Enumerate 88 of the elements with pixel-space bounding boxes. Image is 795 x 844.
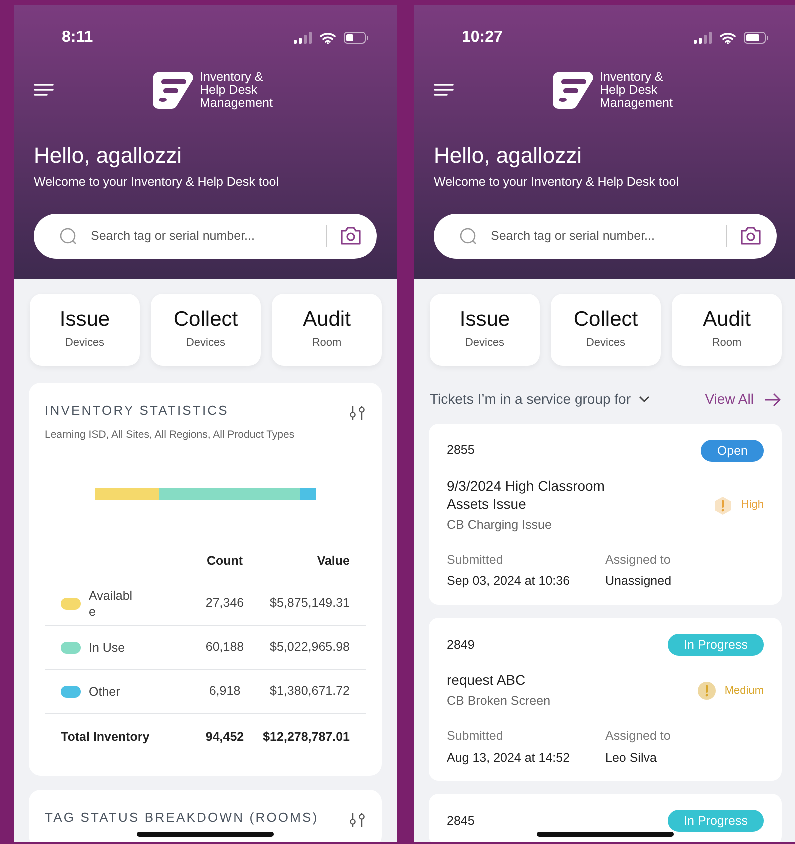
priority-label: Medium xyxy=(724,684,764,699)
ticket-card[interactable]: 2845 In Progress xyxy=(429,794,782,842)
search-field[interactable]: Search tag or serial number... xyxy=(434,214,777,259)
signal-icon xyxy=(294,32,312,44)
action-card[interactable]: Audit Room xyxy=(672,294,782,366)
column-header: Count xyxy=(206,552,244,570)
logo-icon xyxy=(152,70,194,110)
ticket-number: 2855 xyxy=(447,442,475,460)
action-card[interactable]: Collect Devices xyxy=(551,294,661,366)
sliders-icon xyxy=(349,404,366,421)
menu-icon xyxy=(34,82,54,97)
action-title: Issue xyxy=(460,308,510,332)
ticket-card[interactable]: 2855 Open 9/3/2024 High Classroom Assets Issue CB Charging Issue High Submitted Sep 03, 2024 at 10:36 Assigned to Unassigned xyxy=(429,424,782,605)
assignee-name: Unassigned xyxy=(606,573,673,590)
ticket-title: 9/3/2024 High Classroom Assets Issue xyxy=(447,476,606,513)
filter-summary: Learning ISD, All Sites, All Regions, All Product Types xyxy=(45,428,296,443)
logo-icon xyxy=(552,70,594,110)
submitted-date: Sep 03, 2024 at 10:36 xyxy=(447,573,572,590)
value-cell-text: $5,875,149.31 xyxy=(269,595,351,612)
total-value: $12,278,787.01 xyxy=(262,728,351,746)
ticket-category: CB Charging Issue xyxy=(447,516,553,534)
action-title: Collect xyxy=(574,308,638,332)
search-field[interactable]: Search tag or serial number... xyxy=(34,214,377,259)
ticket-number: 2849 xyxy=(447,636,475,654)
welcome-text: Welcome to your Inventory & Help Desk tool xyxy=(34,174,280,191)
group-filter-dropdown[interactable]: Tickets I’m in a service group for xyxy=(430,389,650,410)
count-cell-text: 27,346 xyxy=(204,595,246,612)
menu-icon xyxy=(434,82,454,97)
sliders-icon xyxy=(349,812,366,828)
action-subtitle: Devices xyxy=(65,336,105,351)
field-label: Submitted xyxy=(447,552,504,568)
action-card[interactable]: Collect Devices xyxy=(151,294,261,366)
ticket-number: 2845 xyxy=(447,812,475,830)
search-icon xyxy=(460,228,477,245)
wifi-icon xyxy=(320,32,336,44)
app-name: Inventory & Help Desk Management xyxy=(600,70,673,110)
total-count: 94,452 xyxy=(204,728,246,746)
status-time: 8:11 xyxy=(62,28,94,48)
card-title: INVENTORY STATISTICS xyxy=(45,402,229,420)
total-label: Total Inventory xyxy=(60,728,151,746)
chevron-down-icon xyxy=(639,396,650,404)
view-all-link[interactable]: View All xyxy=(705,389,781,410)
battery-icon xyxy=(744,32,769,44)
status-badge: Open xyxy=(701,440,764,462)
count-cell-text: 60,188 xyxy=(204,639,246,656)
action-subtitle: Room xyxy=(312,336,342,351)
field-label: Submitted xyxy=(447,728,504,745)
search-icon xyxy=(60,228,77,245)
ticket-title: request ABC xyxy=(447,671,527,689)
field-label: Assigned to xyxy=(606,728,672,745)
greeting-heading: Hello, agallozzi xyxy=(34,143,183,169)
action-subtitle: Devices xyxy=(465,336,505,351)
ticket-category: CB Broken Screen xyxy=(447,693,552,710)
action-title: Audit xyxy=(303,308,351,332)
welcome-text: Welcome to your Inventory & Help Desk tool xyxy=(434,174,680,191)
wifi-icon xyxy=(720,32,736,44)
greeting-heading: Hello, agallozzi xyxy=(434,143,583,169)
camera-icon xyxy=(339,225,363,248)
action-subtitle: Devices xyxy=(186,336,226,351)
action-title: Audit xyxy=(703,308,751,332)
action-card[interactable]: Issue Devices xyxy=(430,294,540,366)
action-card[interactable]: Audit Room xyxy=(272,294,382,366)
row-label: Other xyxy=(89,684,122,700)
battery-icon xyxy=(344,32,369,44)
action-card[interactable]: Issue Devices xyxy=(30,294,140,366)
action-title: Collect xyxy=(174,308,238,332)
value-cell-text: $1,380,671.72 xyxy=(269,683,351,700)
action-subtitle: Devices xyxy=(586,336,626,351)
assignee-name: Leo Silva xyxy=(606,750,658,766)
status-badge: In Progress xyxy=(668,810,764,832)
action-title: Issue xyxy=(60,308,110,332)
card-title: TAG STATUS BREAKDOWN (ROOMS) xyxy=(45,809,319,828)
arrow-right-icon xyxy=(764,392,781,407)
count-cell-text: 6,918 xyxy=(208,683,242,700)
field-label: Assigned to xyxy=(606,552,672,569)
value-cell-text: $5,022,965.98 xyxy=(269,639,351,656)
camera-icon xyxy=(739,225,763,248)
submitted-date: Aug 13, 2024 at 14:52 xyxy=(447,750,572,767)
column-header: Value xyxy=(316,552,351,570)
app-name: Inventory & Help Desk Management xyxy=(200,70,273,110)
status-badge: In Progress xyxy=(668,634,764,656)
action-subtitle: Room xyxy=(712,336,742,351)
row-label: Available xyxy=(89,588,134,620)
row-label: In Use xyxy=(89,640,126,656)
status-time: 10:27 xyxy=(462,28,503,48)
priority-label: High xyxy=(741,498,764,514)
ticket-card[interactable]: 2849 In Progress request ABC CB Broken Screen Medium Submitted Aug 13, 2024 at 14:52 Assigned to Leo Silva xyxy=(429,618,782,782)
signal-icon xyxy=(694,32,712,44)
